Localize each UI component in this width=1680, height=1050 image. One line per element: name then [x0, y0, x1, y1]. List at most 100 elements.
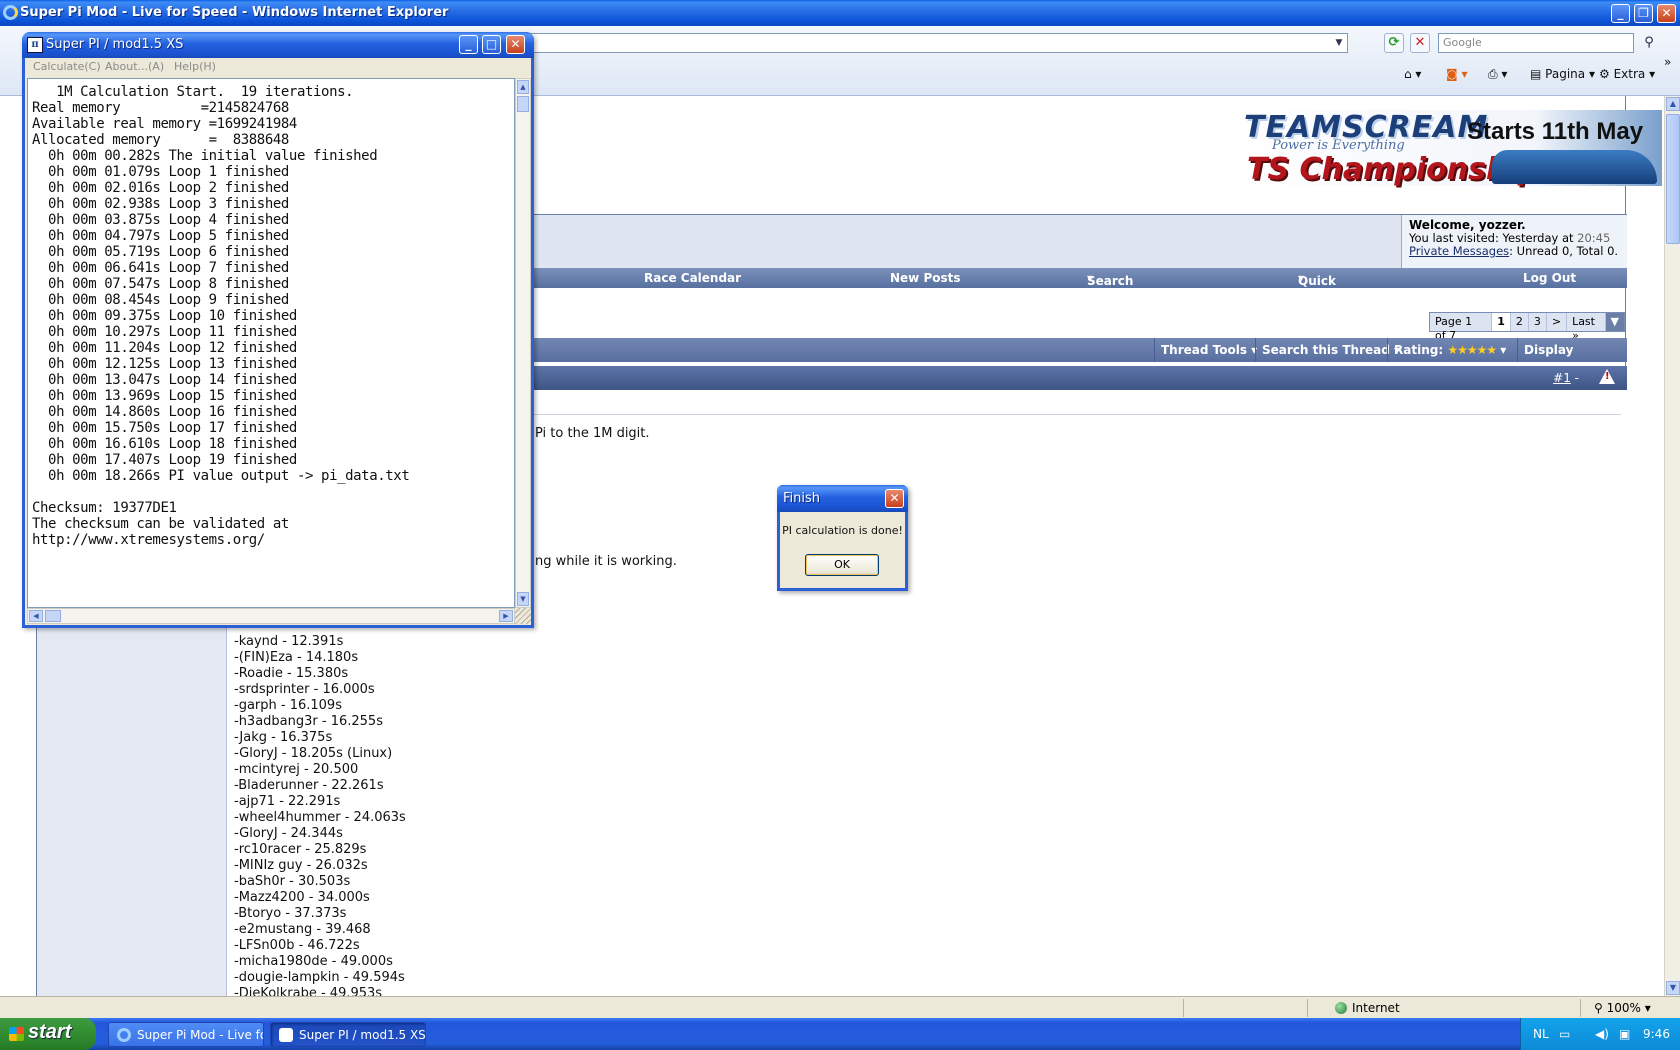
gear-icon: ⚙: [1599, 67, 1614, 81]
result-entry: -(FIN)Eza - 14.180s: [234, 650, 359, 665]
scroll-thumb[interactable]: [517, 96, 529, 112]
result-entry: -GloryJ - 24.344s: [234, 826, 343, 841]
chevron-more-icon[interactable]: »: [1664, 52, 1671, 72]
scroll-right-icon[interactable]: ▶: [499, 610, 513, 622]
minimize-icon[interactable]: _: [1611, 4, 1630, 23]
team-scream-banner[interactable]: TEAMSCREAM Power is Everything TS Champi…: [1242, 110, 1662, 187]
page-link-1[interactable]: 1: [1492, 313, 1511, 331]
scroll-left-icon[interactable]: ◀: [29, 610, 43, 622]
taskbar-item-ie-label: Super Pi Mod - Live fo...: [137, 1028, 263, 1042]
console-vertical-scrollbar[interactable]: ▲ ▼: [515, 78, 531, 608]
page-count-label: Page 1 of 7: [1430, 313, 1493, 342]
windows-flag-icon: [9, 1027, 24, 1041]
chevron-down-icon[interactable]: ▼: [1605, 313, 1624, 331]
finish-title-bar[interactable]: Finish ✕: [777, 485, 908, 512]
address-dropdown-icon[interactable]: ▼: [1331, 34, 1347, 52]
finish-message: PI calculation is done!: [782, 524, 903, 537]
welcome-greeting: Welcome, yozzer.: [1409, 218, 1526, 232]
pm-counts: : Unread 0, Total 0.: [1509, 244, 1619, 258]
status-divider: [1580, 999, 1581, 1017]
result-entry: -garph - 16.109s: [234, 698, 342, 713]
result-entry: -ajp71 - 22.291s: [234, 794, 341, 809]
ie-logo-icon: [3, 5, 18, 20]
zoom-value: 100%: [1606, 1001, 1641, 1015]
nav-race-calendar[interactable]: Race Calendar: [644, 271, 741, 285]
close-icon[interactable]: ✕: [1657, 4, 1676, 23]
taskbar-item-ie[interactable]: Super Pi Mod - Live fo...: [108, 1022, 264, 1047]
feeds-icon[interactable]: ◙ ▾: [1446, 64, 1467, 84]
console-horizontal-scrollbar[interactable]: ◀ ▶: [27, 608, 515, 624]
scroll-up-icon[interactable]: ▲: [517, 80, 529, 94]
keyboard-icon[interactable]: ▭: [1559, 1027, 1570, 1041]
post-number-link[interactable]: #1: [1553, 371, 1571, 385]
ie-title-bar[interactable]: Super Pi Mod - Live for Speed - Windows …: [0, 0, 1680, 26]
private-messages-link[interactable]: Private Messages: [1409, 244, 1509, 258]
result-entry: -e2mustang - 39.468: [234, 922, 371, 937]
report-warning-icon[interactable]: !: [1599, 369, 1615, 384]
extra-menu-button[interactable]: ⚙ Extra ▾: [1599, 64, 1655, 84]
last-page-link[interactable]: Last »: [1567, 313, 1606, 342]
home-icon[interactable]: ⌂ ▾: [1404, 64, 1421, 84]
next-page-link[interactable]: >: [1547, 313, 1568, 331]
scroll-down-icon[interactable]: ▼: [1666, 981, 1680, 995]
menu-help[interactable]: Help(H): [174, 60, 216, 73]
search-thread-menu[interactable]: Search this Thread ▾: [1255, 338, 1406, 362]
refresh-icon[interactable]: ⟳: [1384, 33, 1404, 53]
thread-tools-menu[interactable]: Thread Tools ▾: [1154, 338, 1263, 362]
scroll-thumb[interactable]: [45, 610, 61, 622]
ok-button[interactable]: OK: [805, 554, 879, 576]
race-car-image: [1492, 150, 1657, 184]
post-number-suffix: -: [1570, 371, 1579, 385]
menu-calculate[interactable]: Calculate(C): [33, 60, 101, 73]
result-entry: -Mazz4200 - 34.000s: [234, 890, 370, 905]
post-number[interactable]: #1 -: [1553, 371, 1579, 385]
superpi-task-icon: [279, 1028, 293, 1042]
restore-icon[interactable]: ❐: [1634, 4, 1653, 23]
scroll-thumb[interactable]: [1666, 114, 1680, 244]
display-modes-menu[interactable]: Display Modes ▾: [1517, 338, 1627, 381]
page-menu-button[interactable]: ▤ Pagina ▾: [1530, 64, 1595, 84]
start-button[interactable]: start: [0, 1018, 96, 1050]
resize-grip[interactable]: [515, 608, 531, 624]
zoom-level[interactable]: ⚲ 100% ▾: [1594, 1001, 1651, 1015]
minimize-icon[interactable]: _: [459, 35, 478, 54]
volume-icon[interactable]: ◀): [1595, 1027, 1609, 1041]
rating-stars-icon: ★★★★★: [1447, 343, 1497, 357]
stop-icon[interactable]: ✕: [1410, 33, 1430, 53]
taskbar-item-superpi[interactable]: Super PI / mod1.5 XS: [270, 1022, 426, 1047]
nav-search[interactable]: Search ▾: [1087, 271, 1133, 288]
page-scrollbar[interactable]: ▲ ▼: [1664, 96, 1680, 996]
ie-window-title: Super Pi Mod - Live for Speed - Windows …: [20, 5, 449, 20]
close-icon[interactable]: ✕: [506, 35, 525, 54]
page-link-2[interactable]: 2: [1511, 313, 1529, 331]
page-icon: ▤: [1530, 67, 1546, 81]
taskbar: start Super Pi Mod - Live fo... Super PI…: [0, 1018, 1680, 1050]
nav-new-posts[interactable]: New Posts: [890, 271, 961, 285]
system-tray: NL ▭ ◀) ▣ 9:46: [1520, 1018, 1680, 1050]
network-icon[interactable]: ▣: [1619, 1027, 1630, 1041]
page-link-3[interactable]: 3: [1529, 313, 1547, 331]
result-entry: -DieKolkrabe - 49.953s: [234, 986, 383, 996]
search-icon[interactable]: ⚲: [1638, 33, 1660, 53]
address-bar[interactable]: ▼: [520, 33, 1348, 53]
results-list: -kaynd - 12.391s -(FIN)Eza - 14.180s -Road…: [234, 634, 406, 996]
superpi-app-icon: π: [27, 37, 43, 53]
close-icon[interactable]: ✕: [885, 489, 904, 508]
scroll-up-icon[interactable]: ▲: [1666, 97, 1680, 111]
superpi-title-bar[interactable]: π Super PI / mod1.5 XS _ □ ✕: [22, 32, 534, 58]
nav-log-out[interactable]: Log Out: [1523, 271, 1576, 285]
language-indicator[interactable]: NL: [1533, 1027, 1549, 1041]
nav-quick-links[interactable]: Quick Links ▾: [1298, 271, 1336, 302]
banner-tagline: Power is Everything: [1272, 138, 1405, 153]
superpi-output-console[interactable]: 1M Calculation Start. 19 iterations. Rea…: [27, 78, 515, 608]
maximize-icon[interactable]: □: [482, 35, 501, 54]
search-input[interactable]: Google: [1438, 33, 1634, 53]
result-entry: -LFSn00b - 46.722s: [234, 938, 360, 953]
result-entry: -rc10racer - 25.829s: [234, 842, 367, 857]
status-divider: [1183, 999, 1184, 1017]
print-icon[interactable]: ⎙ ▾: [1488, 64, 1507, 84]
clock[interactable]: 9:46: [1643, 1027, 1670, 1041]
scroll-down-icon[interactable]: ▼: [517, 592, 529, 606]
menu-about[interactable]: About...(A): [105, 60, 164, 73]
rating-menu[interactable]: Rating: ★★★★★ ▾: [1387, 338, 1512, 362]
